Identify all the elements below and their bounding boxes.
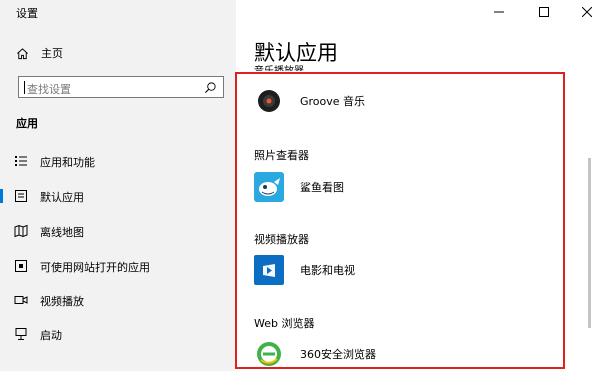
home-icon: [17, 47, 28, 59]
sidebar-item-video-playback[interactable]: 视频播放: [0, 285, 236, 315]
category-label-video: 视频播放器: [254, 233, 309, 246]
default-apps-icon: [15, 190, 27, 202]
sidebar-item-label: 离线地图: [40, 226, 84, 239]
minimize-button[interactable]: [484, 0, 514, 24]
page-title: 默认应用: [254, 41, 338, 65]
sidebar-item-default-apps[interactable]: 默认应用: [0, 181, 236, 211]
maximize-icon: [539, 7, 549, 17]
movies-tv-icon: [254, 255, 284, 285]
video-icon: [14, 296, 28, 304]
search-icon[interactable]: [204, 81, 217, 94]
minimize-icon: [494, 11, 504, 13]
sidebar-item-offline-maps[interactable]: 离线地图: [0, 216, 236, 246]
offline-map-icon: [14, 224, 28, 238]
scrollbar[interactable]: [588, 158, 591, 328]
category-label-music: 音乐播放器: [254, 64, 304, 71]
selection-indicator: [0, 189, 3, 203]
category-label-photo: 照片查看器: [254, 149, 309, 162]
close-icon: [582, 7, 592, 17]
groove-music-icon: [254, 86, 284, 116]
sidebar-item-label: 默认应用: [40, 191, 84, 204]
shark-viewer-icon: [254, 172, 284, 202]
maximize-button[interactable]: [529, 0, 559, 24]
default-app-video[interactable]: 电影和电视: [254, 255, 355, 285]
sidebar-item-web-apps[interactable]: 可使用网站打开的应用: [0, 251, 236, 281]
app-name: Groove 音乐: [300, 95, 366, 108]
app-name: 鲨鱼看图: [300, 181, 344, 194]
browser-360-icon: [254, 339, 284, 369]
startup-icon: [15, 328, 27, 340]
home-label: 主页: [41, 47, 63, 60]
default-app-photo[interactable]: 鲨鱼看图: [254, 172, 344, 202]
sidebar-item-label: 启动: [40, 329, 62, 342]
category-label-browser: Web 浏览器: [254, 317, 315, 330]
default-app-browser[interactable]: 360安全浏览器: [254, 339, 376, 369]
text-cursor: [24, 81, 25, 94]
search-input[interactable]: 查找设置: [18, 76, 224, 98]
sidebar-item-label: 应用和功能: [40, 156, 95, 169]
search-placeholder: 查找设置: [27, 83, 71, 96]
web-apps-icon: [15, 260, 27, 272]
default-app-music[interactable]: Groove 音乐: [254, 86, 365, 116]
app-name: 电影和电视: [300, 264, 355, 277]
section-heading: 应用: [16, 117, 38, 130]
main-panel: 默认应用 音乐播放器 Groove 音乐 照片查看器 鲨鱼看图 视: [236, 0, 600, 371]
sidebar-item-startup[interactable]: 启动: [0, 319, 236, 349]
apps-list-icon: [15, 156, 27, 166]
window-title: 设置: [16, 7, 38, 20]
sidebar-item-label: 视频播放: [40, 295, 84, 308]
sidebar-item-label: 可使用网站打开的应用: [40, 261, 150, 274]
app-name: 360安全浏览器: [300, 348, 376, 361]
sidebar-item-apps-features[interactable]: 应用和功能: [0, 146, 236, 176]
sidebar: 设置 主页 查找设置 应用 应用和功能 默认应用 离线地图 可使用网站打开的应用…: [0, 0, 236, 371]
home-link[interactable]: 主页: [16, 45, 63, 61]
close-button[interactable]: [572, 0, 600, 24]
